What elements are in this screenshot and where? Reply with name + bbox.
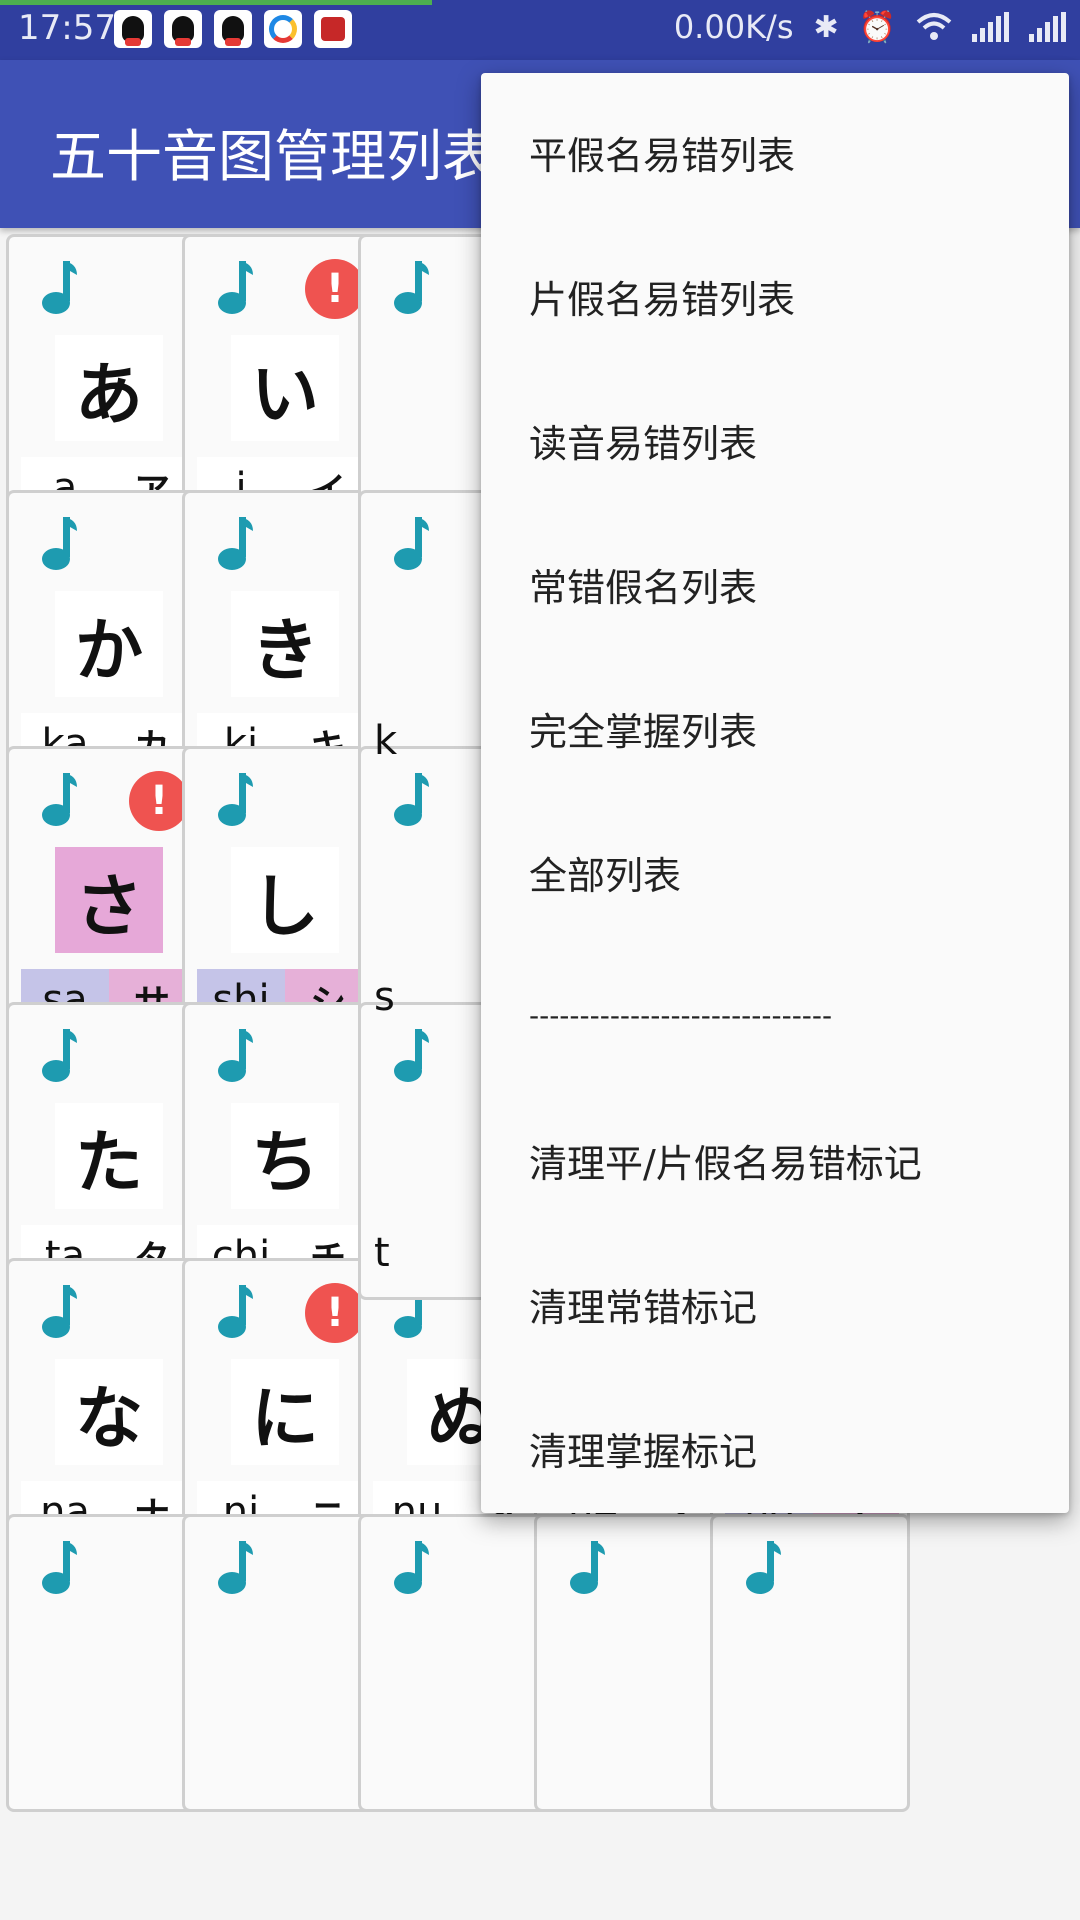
menu-item[interactable]: 全部列表: [529, 845, 681, 900]
hiragana-label: な: [55, 1359, 163, 1465]
qq-icon: [214, 10, 252, 48]
status-time: 17:57: [18, 8, 116, 48]
wifi-icon: [916, 13, 952, 40]
kana-card[interactable]: あaア: [6, 234, 206, 532]
signal-icon: [972, 12, 1009, 42]
audio-note-icon[interactable]: [743, 1539, 783, 1595]
system-icons: 0.00K/s ✱ ⏰: [674, 8, 1066, 46]
ring-app-icon: [264, 10, 302, 48]
kana-card[interactable]: [6, 1514, 206, 1812]
audio-note-icon[interactable]: [215, 515, 255, 571]
page-title: 五十音图管理列表: [50, 125, 498, 190]
audio-note-icon[interactable]: [39, 515, 79, 571]
kana-card[interactable]: !にniニ: [182, 1258, 382, 1556]
audio-note-icon[interactable]: [391, 515, 431, 571]
audio-note-icon[interactable]: [215, 259, 255, 315]
kana-card[interactable]: かkaカ: [6, 490, 206, 788]
romaji-peek: t: [374, 1230, 390, 1276]
menu-item[interactable]: 清理常错标记: [529, 1277, 757, 1332]
hiragana-label: さ: [55, 847, 163, 953]
hiragana-label: た: [55, 1103, 163, 1209]
kana-card[interactable]: !さsaサ: [6, 746, 206, 1044]
audio-note-icon[interactable]: [39, 771, 79, 827]
signal-icon: [1029, 12, 1066, 42]
audio-note-icon[interactable]: [567, 1539, 607, 1595]
bluetooth-icon: ✱: [813, 9, 839, 45]
qq-icon: [114, 10, 152, 48]
audio-note-icon[interactable]: [391, 259, 431, 315]
hiragana-label: か: [55, 591, 163, 697]
hiragana-label: あ: [55, 335, 163, 441]
menu-divider: ------------------------------: [529, 999, 833, 1032]
audio-note-icon[interactable]: [39, 259, 79, 315]
romaji-peek: s: [374, 974, 395, 1020]
audio-note-icon[interactable]: [39, 1027, 79, 1083]
kana-card[interactable]: [710, 1514, 910, 1812]
kana-card[interactable]: きkiキ: [182, 490, 382, 788]
kana-card[interactable]: たtaタ: [6, 1002, 206, 1300]
audio-note-icon[interactable]: [215, 1283, 255, 1339]
hiragana-label: ち: [231, 1103, 339, 1209]
audio-note-icon[interactable]: [391, 771, 431, 827]
menu-item[interactable]: 完全掌握列表: [529, 701, 757, 756]
audio-note-icon[interactable]: [391, 1539, 431, 1595]
network-speed: 0.00K/s: [673, 8, 794, 46]
menu-item[interactable]: 清理掌握标记: [529, 1421, 757, 1476]
status-bar: 17:57 0.00K/s ✱ ⏰: [0, 0, 1080, 60]
warning-icon: !: [305, 1283, 365, 1343]
overflow-menu: 平假名易错列表 片假名易错列表 读音易错列表 常错假名列表 完全掌握列表 全部列表 ----…: [481, 73, 1069, 1513]
download-progress-line: [0, 0, 432, 5]
audio-note-icon[interactable]: [39, 1539, 79, 1595]
audio-note-icon[interactable]: [215, 1027, 255, 1083]
kana-card[interactable]: [358, 1514, 558, 1812]
menu-item[interactable]: 平假名易错列表: [529, 125, 795, 180]
hiragana-label: に: [231, 1359, 339, 1465]
hiragana-label: い: [231, 335, 339, 441]
kana-card[interactable]: しshiシ: [182, 746, 382, 1044]
romaji-peek: k: [374, 718, 398, 764]
audio-note-icon[interactable]: [215, 1539, 255, 1595]
alarm-icon: ⏰: [858, 9, 896, 45]
kana-card[interactable]: ちchiチ: [182, 1002, 382, 1300]
notification-icons: [114, 10, 352, 48]
menu-item[interactable]: 清理平/片假名易错标记: [529, 1133, 922, 1188]
kana-card[interactable]: なnaナ: [6, 1258, 206, 1556]
warning-icon: !: [129, 771, 189, 831]
kana-card[interactable]: [534, 1514, 734, 1812]
menu-item[interactable]: 读音易错列表: [529, 413, 757, 468]
audio-note-icon[interactable]: [391, 1027, 431, 1083]
kana-card[interactable]: [182, 1514, 382, 1812]
menu-item[interactable]: 常错假名列表: [529, 557, 757, 612]
hiragana-label: し: [231, 847, 339, 953]
warning-icon: !: [305, 259, 365, 319]
badge-app-icon: [314, 10, 352, 48]
menu-item[interactable]: 片假名易错列表: [529, 269, 795, 324]
audio-note-icon[interactable]: [39, 1283, 79, 1339]
kana-card[interactable]: !いiイ: [182, 234, 382, 532]
audio-note-icon[interactable]: [215, 771, 255, 827]
hiragana-label: き: [231, 591, 339, 697]
qq-icon: [164, 10, 202, 48]
